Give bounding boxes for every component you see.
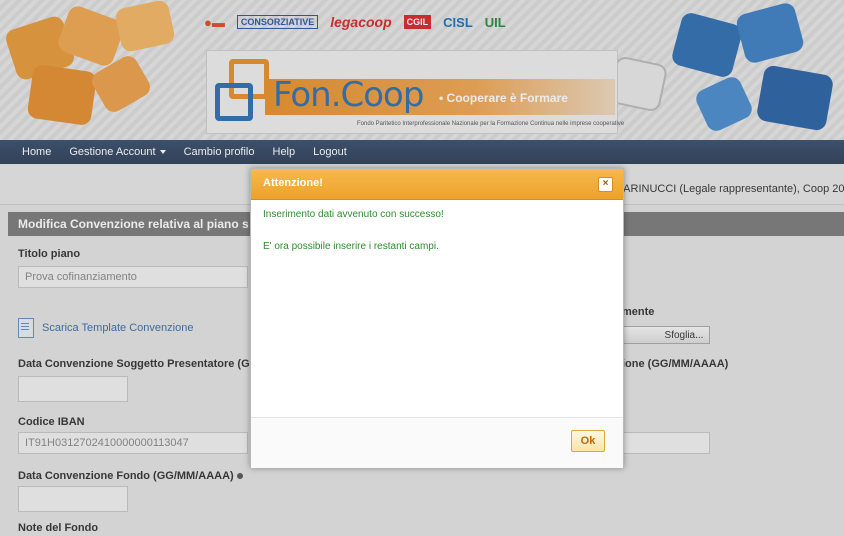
ok-button[interactable]: Ok [571,430,605,452]
close-icon[interactable]: × [598,177,613,192]
info-message: E' ora possibile inserire i restanti cam… [263,241,439,252]
success-message: Inserimento dati avvenuto con successo! [263,209,444,220]
dialog-title: Attenzione! [263,177,323,189]
dialog-footer: Ok [251,417,623,468]
alert-dialog: Attenzione! × Inserimento dati avvenuto … [250,168,624,468]
dialog-header: Attenzione! × [251,169,623,200]
